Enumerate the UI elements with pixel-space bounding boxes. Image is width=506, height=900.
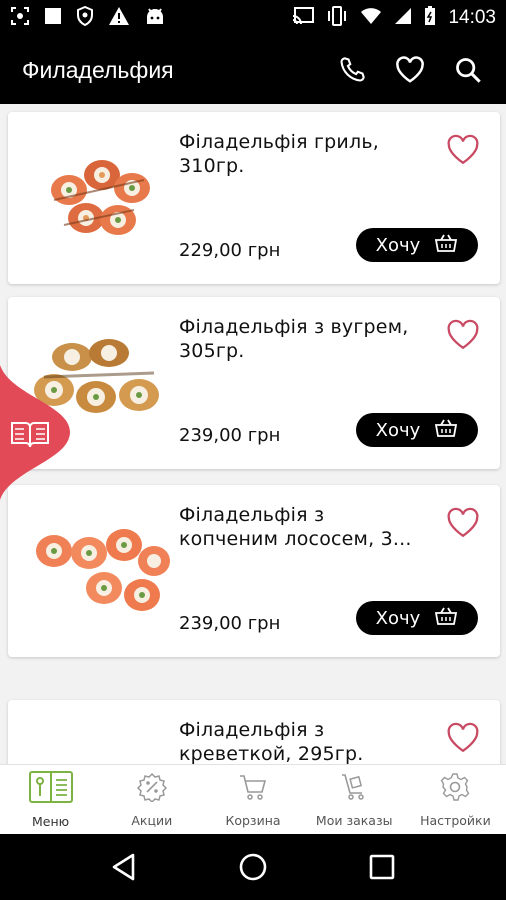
recents-icon[interactable] [362,847,402,887]
menu-book-icon [28,770,73,808]
bottom-navigation: Меню Акции Корзина Мои заказы Настройки [0,764,506,834]
product-card[interactable]: Філадельфія гриль, 310гр. 229,00 грн Хоч… [8,112,500,284]
product-list: Філадельфія гриль, 310гр. 229,00 грн Хоч… [0,104,506,764]
nav-label: Акции [131,812,173,828]
nav-label: Мои заказы [315,812,393,828]
status-bar: 14:03 [0,0,506,36]
square-icon [44,7,62,30]
orders-icon [339,772,369,807]
screenshot-icon [10,6,30,31]
product-price: 229,00 грн [179,240,281,261]
system-navigation-bar [0,834,506,900]
phone-icon[interactable] [336,54,368,86]
product-image [24,130,174,260]
settings-icon [440,772,470,807]
want-button-label: Хочу [375,419,421,441]
want-button-label: Хочу [375,234,421,256]
search-icon[interactable] [452,54,484,86]
nav-item-settings[interactable]: Настройки [405,765,506,834]
favorite-heart-icon[interactable] [446,722,480,754]
product-card[interactable]: Філадельфія з копченим лососем, 3... 239… [8,485,500,657]
nav-item-promotions[interactable]: Акции [101,765,202,834]
status-time: 14:03 [448,7,496,28]
page-title: Филадельфия [22,56,174,83]
nav-label: Меню [32,813,70,829]
cast-icon [292,6,315,30]
nav-item-orders[interactable]: Мои заказы [304,765,405,834]
nav-label: Настройки [420,812,491,828]
discount-icon [136,772,167,807]
favorite-heart-icon[interactable] [446,507,480,539]
product-card[interactable]: Філадельфія з креветкой, 295гр. [8,700,500,764]
heart-icon[interactable] [394,54,426,86]
product-name: Філадельфія з вугрем, 305гр. [179,316,409,362]
want-button[interactable]: Хочу [356,413,478,447]
want-button[interactable]: Хочу [356,228,478,262]
product-image [24,503,174,633]
warning-icon [108,6,130,31]
basket-icon [434,418,458,443]
product-name: Філадельфія гриль, 310гр. [179,131,379,177]
shield-icon [76,5,94,31]
basket-icon [434,233,458,258]
nav-item-menu[interactable]: Меню [0,765,102,834]
back-icon[interactable] [104,847,144,887]
favorite-heart-icon[interactable] [446,134,480,166]
battery-icon [424,5,436,31]
signal-icon [394,7,412,30]
home-icon[interactable] [233,847,273,887]
product-name: Філадельфія з копченим лососем, 3... [179,504,412,550]
nav-label: Корзина [225,812,281,828]
want-button[interactable]: Хочу [356,601,478,635]
wifi-icon [360,7,382,30]
vibrate-icon [326,5,348,31]
favorite-heart-icon[interactable] [446,319,480,351]
product-price: 239,00 грн [179,425,281,446]
android-icon [144,6,166,31]
product-price: 239,00 грн [179,613,281,634]
want-button-label: Хочу [375,607,421,629]
nav-item-cart[interactable]: Корзина [202,765,303,834]
product-name: Філадельфія з креветкой, 295гр. [179,719,364,764]
catalog-side-tab[interactable] [0,365,70,500]
basket-icon [434,606,458,631]
product-card[interactable]: Філадельфія з вугрем, 305гр. 239,00 грн … [8,297,500,469]
cart-icon [238,772,268,807]
app-bar: Филадельфия [0,36,506,104]
